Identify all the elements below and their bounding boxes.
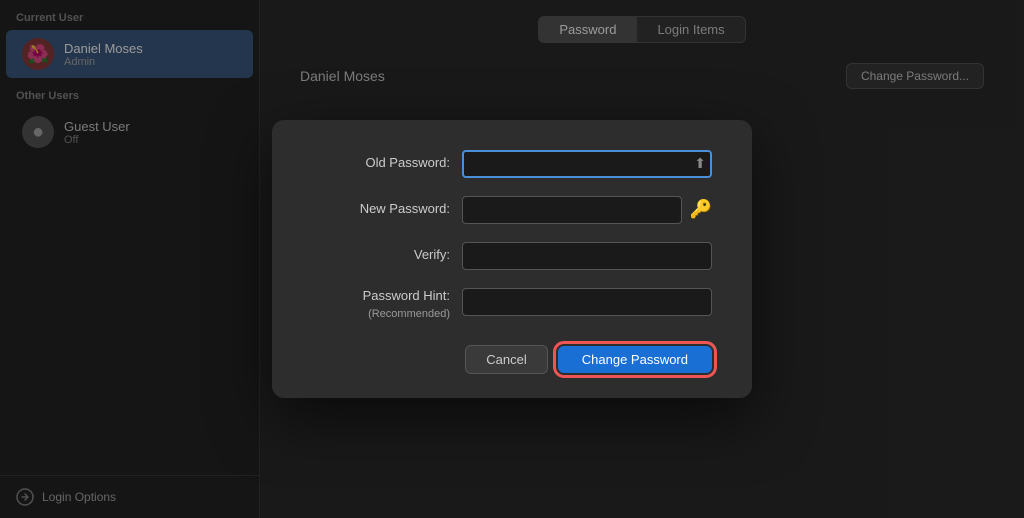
old-password-icon: ⬆: [694, 155, 706, 172]
hint-wrapper: [462, 288, 712, 316]
new-password-wrapper: [462, 196, 682, 224]
hint-row: Password Hint: (Recommended): [312, 288, 712, 322]
modal-overlay: Old Password: ⬆ New Password: 🔑 Verify:: [0, 0, 1024, 518]
verify-label: Verify:: [312, 247, 462, 264]
change-password-dialog: Old Password: ⬆ New Password: 🔑 Verify:: [272, 120, 752, 399]
change-password-button[interactable]: Change Password: [558, 346, 712, 373]
hint-label: Password Hint: (Recommended): [312, 288, 462, 322]
hint-input[interactable]: [462, 288, 712, 316]
new-password-input[interactable]: [462, 196, 682, 224]
new-password-row: New Password: 🔑: [312, 196, 712, 224]
verify-input[interactable]: [462, 242, 712, 270]
old-password-label: Old Password:: [312, 155, 462, 172]
old-password-row: Old Password: ⬆: [312, 150, 712, 178]
verify-wrapper: [462, 242, 712, 270]
cancel-button[interactable]: Cancel: [465, 345, 547, 374]
old-password-input[interactable]: [462, 150, 712, 178]
dialog-buttons: Cancel Change Password: [312, 345, 712, 374]
key-icon: 🔑: [690, 199, 712, 220]
verify-row: Verify:: [312, 242, 712, 270]
old-password-wrapper: ⬆: [462, 150, 712, 178]
new-password-label: New Password:: [312, 201, 462, 218]
key-icon-wrapper: 🔑: [690, 199, 712, 220]
